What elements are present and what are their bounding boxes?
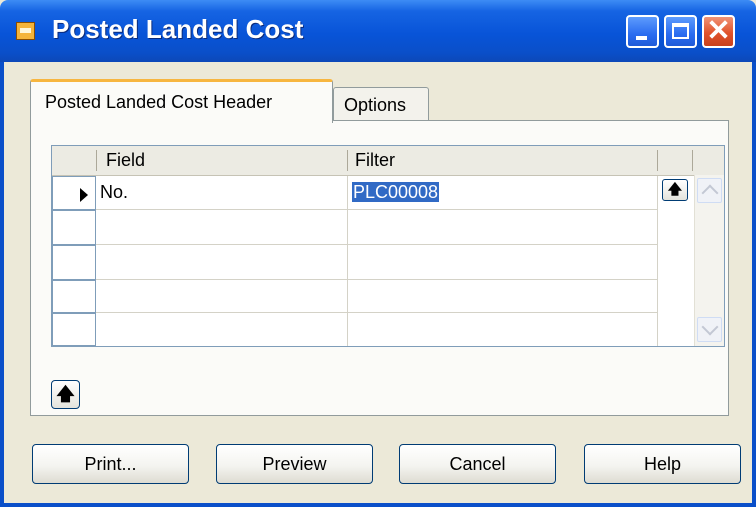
window-border-left [0,62,4,507]
field-cell[interactable] [96,245,348,280]
tab-posted-landed-cost-header[interactable]: Posted Landed Cost Header [30,79,333,123]
chevron-down-icon [701,318,719,336]
window-title: Posted Landed Cost [52,14,304,44]
row-selector[interactable] [52,245,96,280]
filter-lookup-button[interactable]: 🡅 [662,179,688,201]
field-cell[interactable]: No. [96,176,348,210]
row-selector[interactable] [52,210,96,245]
filter-cell[interactable] [348,245,658,280]
tab-options[interactable]: Options [333,87,429,121]
filter-cell[interactable] [348,280,658,313]
grid-header: Field Filter [52,146,724,176]
filter-value: PLC00008 [352,182,440,202]
field-cell[interactable] [96,210,348,245]
column-header-field[interactable]: Field [106,146,145,175]
close-button[interactable]: ✕ [702,15,735,48]
print-button[interactable]: Print... [32,444,189,484]
grid-vertical-scrollbar[interactable] [694,175,724,346]
column-header-filter[interactable]: Filter [355,146,395,175]
close-icon: ✕ [706,15,731,47]
row-selector[interactable] [52,176,96,210]
column-divider [96,150,97,171]
up-arrow-icon: 🡅 [56,384,75,405]
scroll-up-button[interactable] [697,178,722,203]
cancel-button[interactable]: Cancel [399,444,556,484]
up-arrow-icon: 🡅 [667,182,683,198]
title-bar[interactable]: Posted Landed Cost ✕ [0,0,756,62]
row-selector[interactable] [52,280,96,313]
filter-cell[interactable] [348,210,658,245]
preview-button[interactable]: Preview [216,444,373,484]
minimize-button[interactable] [626,15,659,48]
help-button[interactable]: Help [584,444,741,484]
column-divider [657,150,658,171]
window-border-right [752,62,756,507]
column-divider [692,150,693,171]
column-divider [347,150,348,171]
move-up-button[interactable]: 🡅 [51,380,80,409]
scroll-down-button[interactable] [697,317,722,342]
filter-grid: Field Filter No. PLC00008 [51,145,725,347]
filter-cell[interactable]: PLC00008 [348,176,658,210]
field-cell[interactable] [96,313,348,346]
window-border-bottom [0,503,756,507]
row-selector[interactable] [52,313,96,346]
triangle-right-icon [80,188,88,202]
field-cell[interactable] [96,280,348,313]
chevron-up-icon [701,184,719,202]
filter-cell[interactable] [348,313,658,346]
maximize-button[interactable] [664,15,697,48]
app-icon[interactable] [16,22,35,40]
